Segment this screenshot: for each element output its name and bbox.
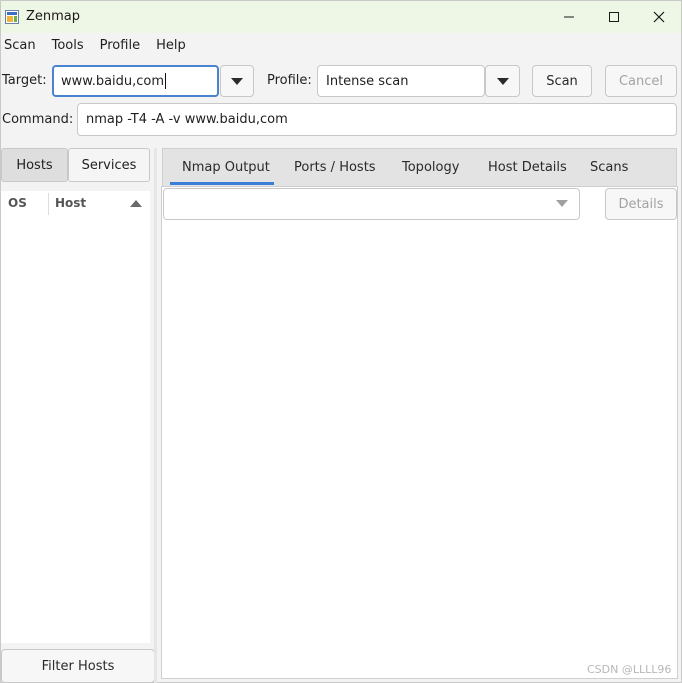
profile-combo[interactable]: Intense scan: [317, 65, 485, 97]
cancel-button[interactable]: Cancel: [605, 65, 677, 97]
command-label: Command:: [2, 112, 74, 127]
tab-nmap-output[interactable]: Nmap Output: [182, 149, 270, 186]
window-title: Zenmap: [26, 9, 81, 24]
zenmap-window: Zenmap Scan Tools Profile Help Target: w…: [0, 0, 682, 683]
target-label: Target:: [2, 73, 47, 88]
tab-host-details[interactable]: Host Details: [488, 149, 567, 186]
profile-label: Profile:: [267, 73, 312, 88]
menu-help[interactable]: Help: [153, 34, 186, 58]
minimize-icon: [564, 16, 574, 18]
tab-topology[interactable]: Topology: [402, 149, 459, 186]
services-tab[interactable]: Services: [68, 148, 150, 182]
chevron-down-icon: [496, 77, 509, 85]
title-bar[interactable]: Zenmap: [1, 1, 681, 33]
menu-bar: Scan Tools Profile Help: [1, 34, 199, 58]
pane-splitter[interactable]: [154, 148, 157, 683]
menu-profile[interactable]: Profile: [97, 34, 140, 58]
zenmap-icon: [5, 10, 19, 24]
menu-tools[interactable]: Tools: [49, 34, 84, 58]
tab-scans[interactable]: Scans: [590, 149, 628, 186]
minimize-button[interactable]: [546, 1, 592, 33]
nmap-output-panel: Details: [161, 186, 678, 679]
host-list[interactable]: OS Host: [1, 191, 150, 643]
maximize-icon: [609, 12, 619, 22]
sort-ascending-icon[interactable]: [130, 200, 142, 207]
close-button[interactable]: [636, 1, 682, 33]
profile-dropdown-button[interactable]: [485, 65, 520, 97]
command-input-value: nmap -T4 -A -v www.baidu,com: [86, 112, 288, 127]
column-header-os[interactable]: OS: [8, 191, 48, 215]
active-tab-indicator: [170, 182, 274, 185]
maximize-button[interactable]: [591, 1, 637, 33]
output-selector-arrow[interactable]: [556, 200, 568, 207]
tab-ports-hosts[interactable]: Ports / Hosts: [294, 149, 376, 186]
results-tab-bar: Nmap Output Ports / Hosts Topology Host …: [162, 148, 677, 186]
output-host-selector[interactable]: [163, 188, 580, 220]
hosts-tab[interactable]: Hosts: [1, 148, 68, 182]
profile-combo-value: Intense scan: [326, 73, 409, 89]
text-caret: [165, 73, 167, 89]
target-input[interactable]: www.baidu,com: [52, 65, 219, 97]
column-divider: [48, 193, 49, 215]
close-icon: [653, 11, 665, 23]
command-input[interactable]: nmap -T4 -A -v www.baidu,com: [77, 103, 677, 136]
chevron-down-icon: [556, 200, 568, 207]
menu-scan[interactable]: Scan: [1, 34, 36, 58]
target-input-value: www.baidu,com: [61, 73, 165, 89]
target-dropdown-button[interactable]: [220, 65, 254, 97]
column-header-host[interactable]: Host: [55, 191, 125, 215]
watermark: CSDN @LLLL96: [587, 663, 672, 676]
scan-button[interactable]: Scan: [532, 65, 592, 97]
details-button[interactable]: Details: [605, 188, 677, 220]
filter-hosts-button[interactable]: Filter Hosts: [1, 649, 155, 683]
chevron-down-icon: [231, 77, 243, 85]
